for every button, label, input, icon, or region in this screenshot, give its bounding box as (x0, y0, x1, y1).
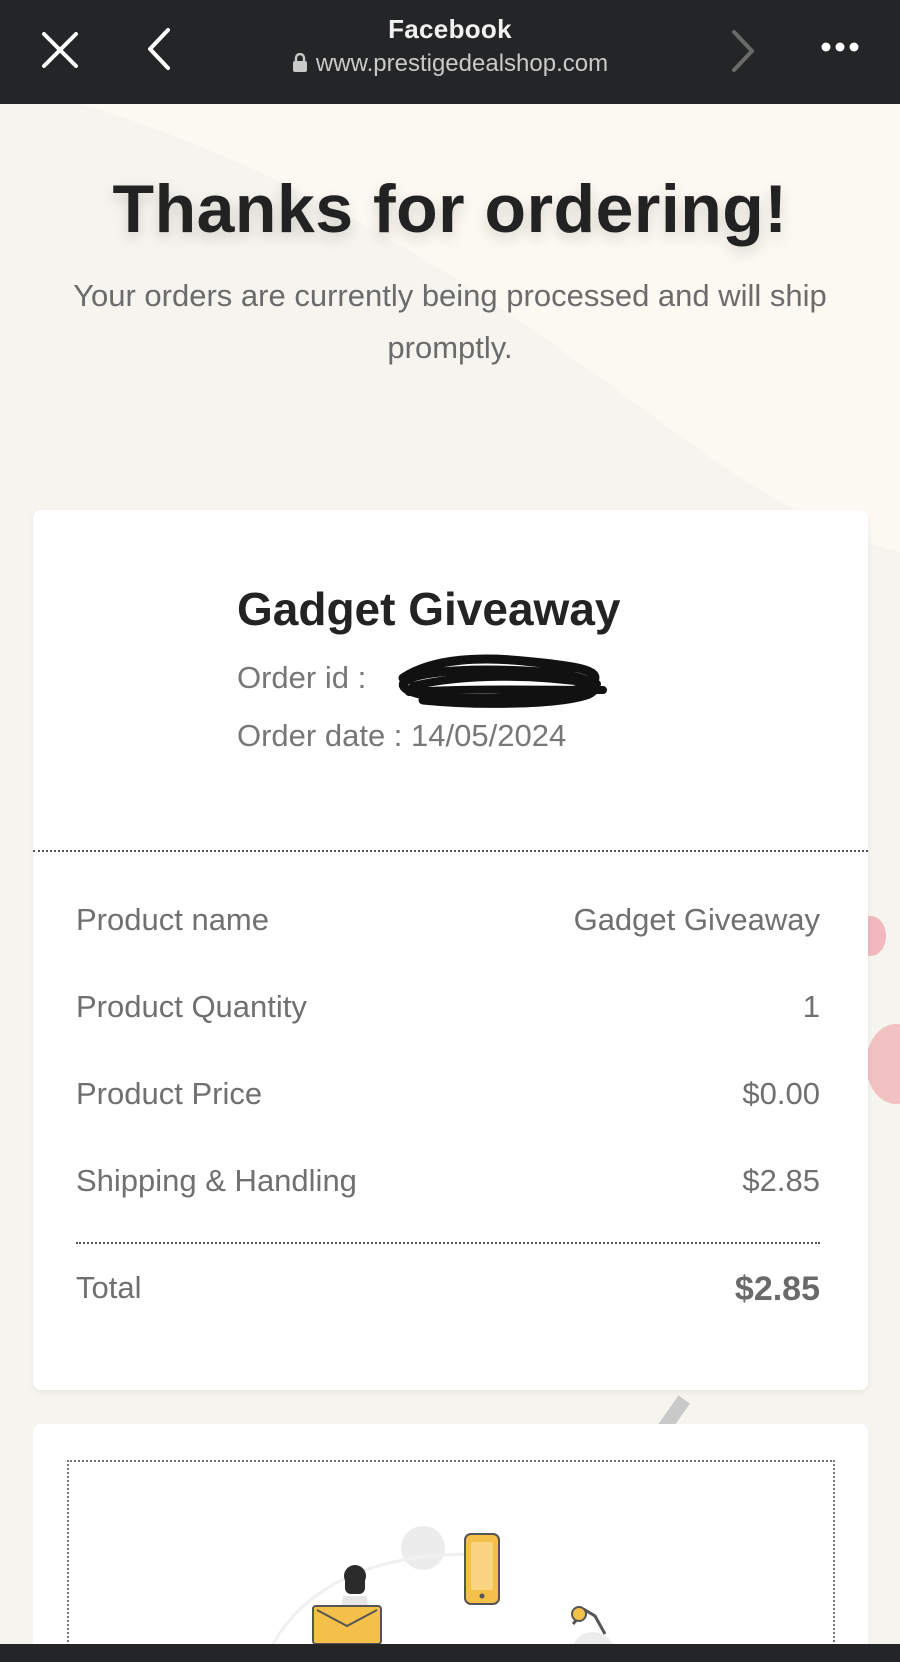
order-title: Gadget Giveaway (237, 583, 621, 635)
back-icon[interactable] (140, 24, 180, 74)
total-label: Total (76, 1270, 142, 1305)
row-value: $2.85 (742, 1163, 820, 1198)
divider (76, 1242, 820, 1244)
row-label: Shipping & Handling (76, 1163, 357, 1198)
lock-icon (292, 53, 307, 72)
bottom-toolbar (0, 1644, 900, 1662)
order-id-label: Order id : (237, 660, 367, 695)
more-icon[interactable] (818, 32, 862, 62)
decorative-blob (866, 1024, 900, 1104)
row-label: Product Quantity (76, 989, 307, 1024)
shopping-illustration (271, 1526, 613, 1644)
close-icon[interactable] (36, 26, 84, 74)
page-source-title: Facebook (388, 14, 512, 44)
row-value: $0.00 (742, 1076, 820, 1111)
redaction-scribble (398, 654, 607, 708)
row-value: 1 (802, 989, 820, 1024)
browser-toolbar: Facebook www.prestigedealshop.com (0, 0, 900, 104)
order-confirmation-page: Thanks for ordering! Your orders are cur… (0, 104, 900, 1644)
url-display[interactable]: www.prestigedealshop.com (250, 50, 650, 78)
divider (33, 850, 868, 852)
illustration-card (33, 1424, 868, 1644)
page-subtitle: Your orders are currently being processe… (73, 278, 827, 365)
forward-icon[interactable] (722, 26, 762, 76)
row-label: Product name (76, 902, 269, 937)
total-value: $2.85 (734, 1270, 820, 1308)
url-text: www.prestigedealshop.com (315, 50, 609, 77)
order-summary-card: Gadget Giveaway Order id : Order date : … (33, 510, 868, 1390)
row-label: Product Price (76, 1076, 263, 1111)
row-value: Gadget Giveaway (573, 902, 820, 937)
page-title: Thanks for ordering! (112, 171, 788, 247)
order-date-label: Order date : 14/05/2024 (237, 718, 567, 753)
